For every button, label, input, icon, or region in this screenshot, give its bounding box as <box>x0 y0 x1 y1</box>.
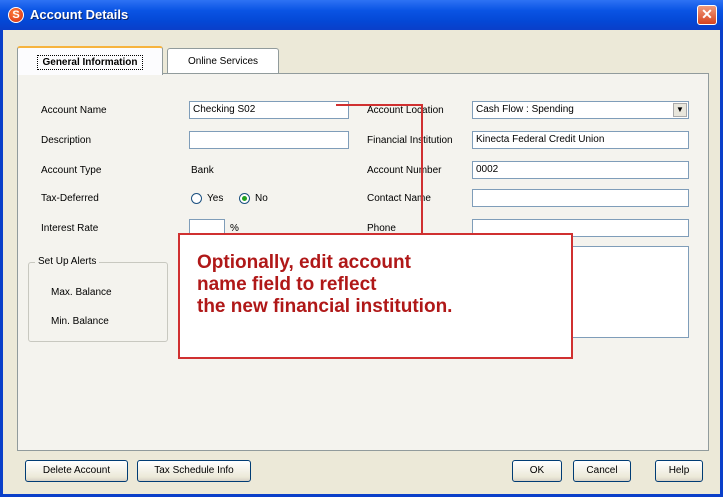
tab-general-information[interactable]: General Information <box>17 46 163 75</box>
help-button[interactable]: Help <box>655 460 703 482</box>
account-name-label: Account Name <box>41 105 107 116</box>
account-name-field[interactable]: Checking S02 <box>189 101 349 119</box>
callout-line-1: Optionally, edit account <box>197 252 411 273</box>
set-up-alerts-title: Set Up Alerts <box>35 256 100 267</box>
account-location-value: Cash Flow : Spending <box>476 104 574 115</box>
tax-yes-radio[interactable] <box>191 193 202 204</box>
callout-line-2: name field to reflect <box>197 274 377 295</box>
callout-text: Optionally, edit account name field to r… <box>197 252 452 318</box>
delete-account-button[interactable]: Delete Account <box>25 460 128 482</box>
account-location-select[interactable]: Cash Flow : Spending ▼ <box>472 101 689 119</box>
app-logo-icon: S <box>8 7 24 23</box>
account-number-field[interactable]: 0002 <box>472 161 689 179</box>
tax-schedule-info-button[interactable]: Tax Schedule Info <box>137 460 251 482</box>
contact-name-field[interactable] <box>472 189 689 207</box>
financial-institution-label: Financial Institution <box>367 135 453 146</box>
callout-connector-horizontal <box>336 104 423 106</box>
tax-yes-label[interactable]: Yes <box>207 193 223 204</box>
cancel-button[interactable]: Cancel <box>573 460 631 482</box>
tax-no-radio[interactable] <box>239 193 250 204</box>
interest-rate-label: Interest Rate <box>41 223 99 234</box>
description-field[interactable] <box>189 131 349 149</box>
account-number-label: Account Number <box>367 165 442 176</box>
financial-institution-field[interactable]: Kinecta Federal Credit Union <box>472 131 689 149</box>
callout-connector-vertical <box>421 104 423 234</box>
ok-button[interactable]: OK <box>512 460 562 482</box>
title-bar[interactable]: S Account Details ✕ <box>0 0 723 30</box>
tax-no-label[interactable]: No <box>255 193 268 204</box>
tab-online-services[interactable]: Online Services <box>167 48 279 74</box>
account-location-label: Account Location <box>367 105 444 116</box>
account-type-label: Account Type <box>41 165 102 176</box>
account-details-dialog: S Account Details ✕ General Information … <box>0 0 723 497</box>
callout-line-3: the new financial institution. <box>197 296 453 317</box>
annotation-callout: Optionally, edit account name field to r… <box>178 233 573 359</box>
tax-deferred-label: Tax-Deferred <box>41 193 99 204</box>
account-type-value: Bank <box>191 165 214 176</box>
min-balance-label: Min. Balance <box>51 316 109 327</box>
close-button[interactable]: ✕ <box>697 5 717 25</box>
chevron-down-icon[interactable]: ▼ <box>673 103 687 117</box>
max-balance-label: Max. Balance <box>51 287 112 298</box>
description-label: Description <box>41 135 92 146</box>
window-title: Account Details <box>30 7 129 22</box>
tab-general-information-label: General Information <box>37 55 143 70</box>
tab-online-services-label: Online Services <box>187 56 259 67</box>
set-up-alerts-group: Set Up Alerts <box>28 256 168 342</box>
